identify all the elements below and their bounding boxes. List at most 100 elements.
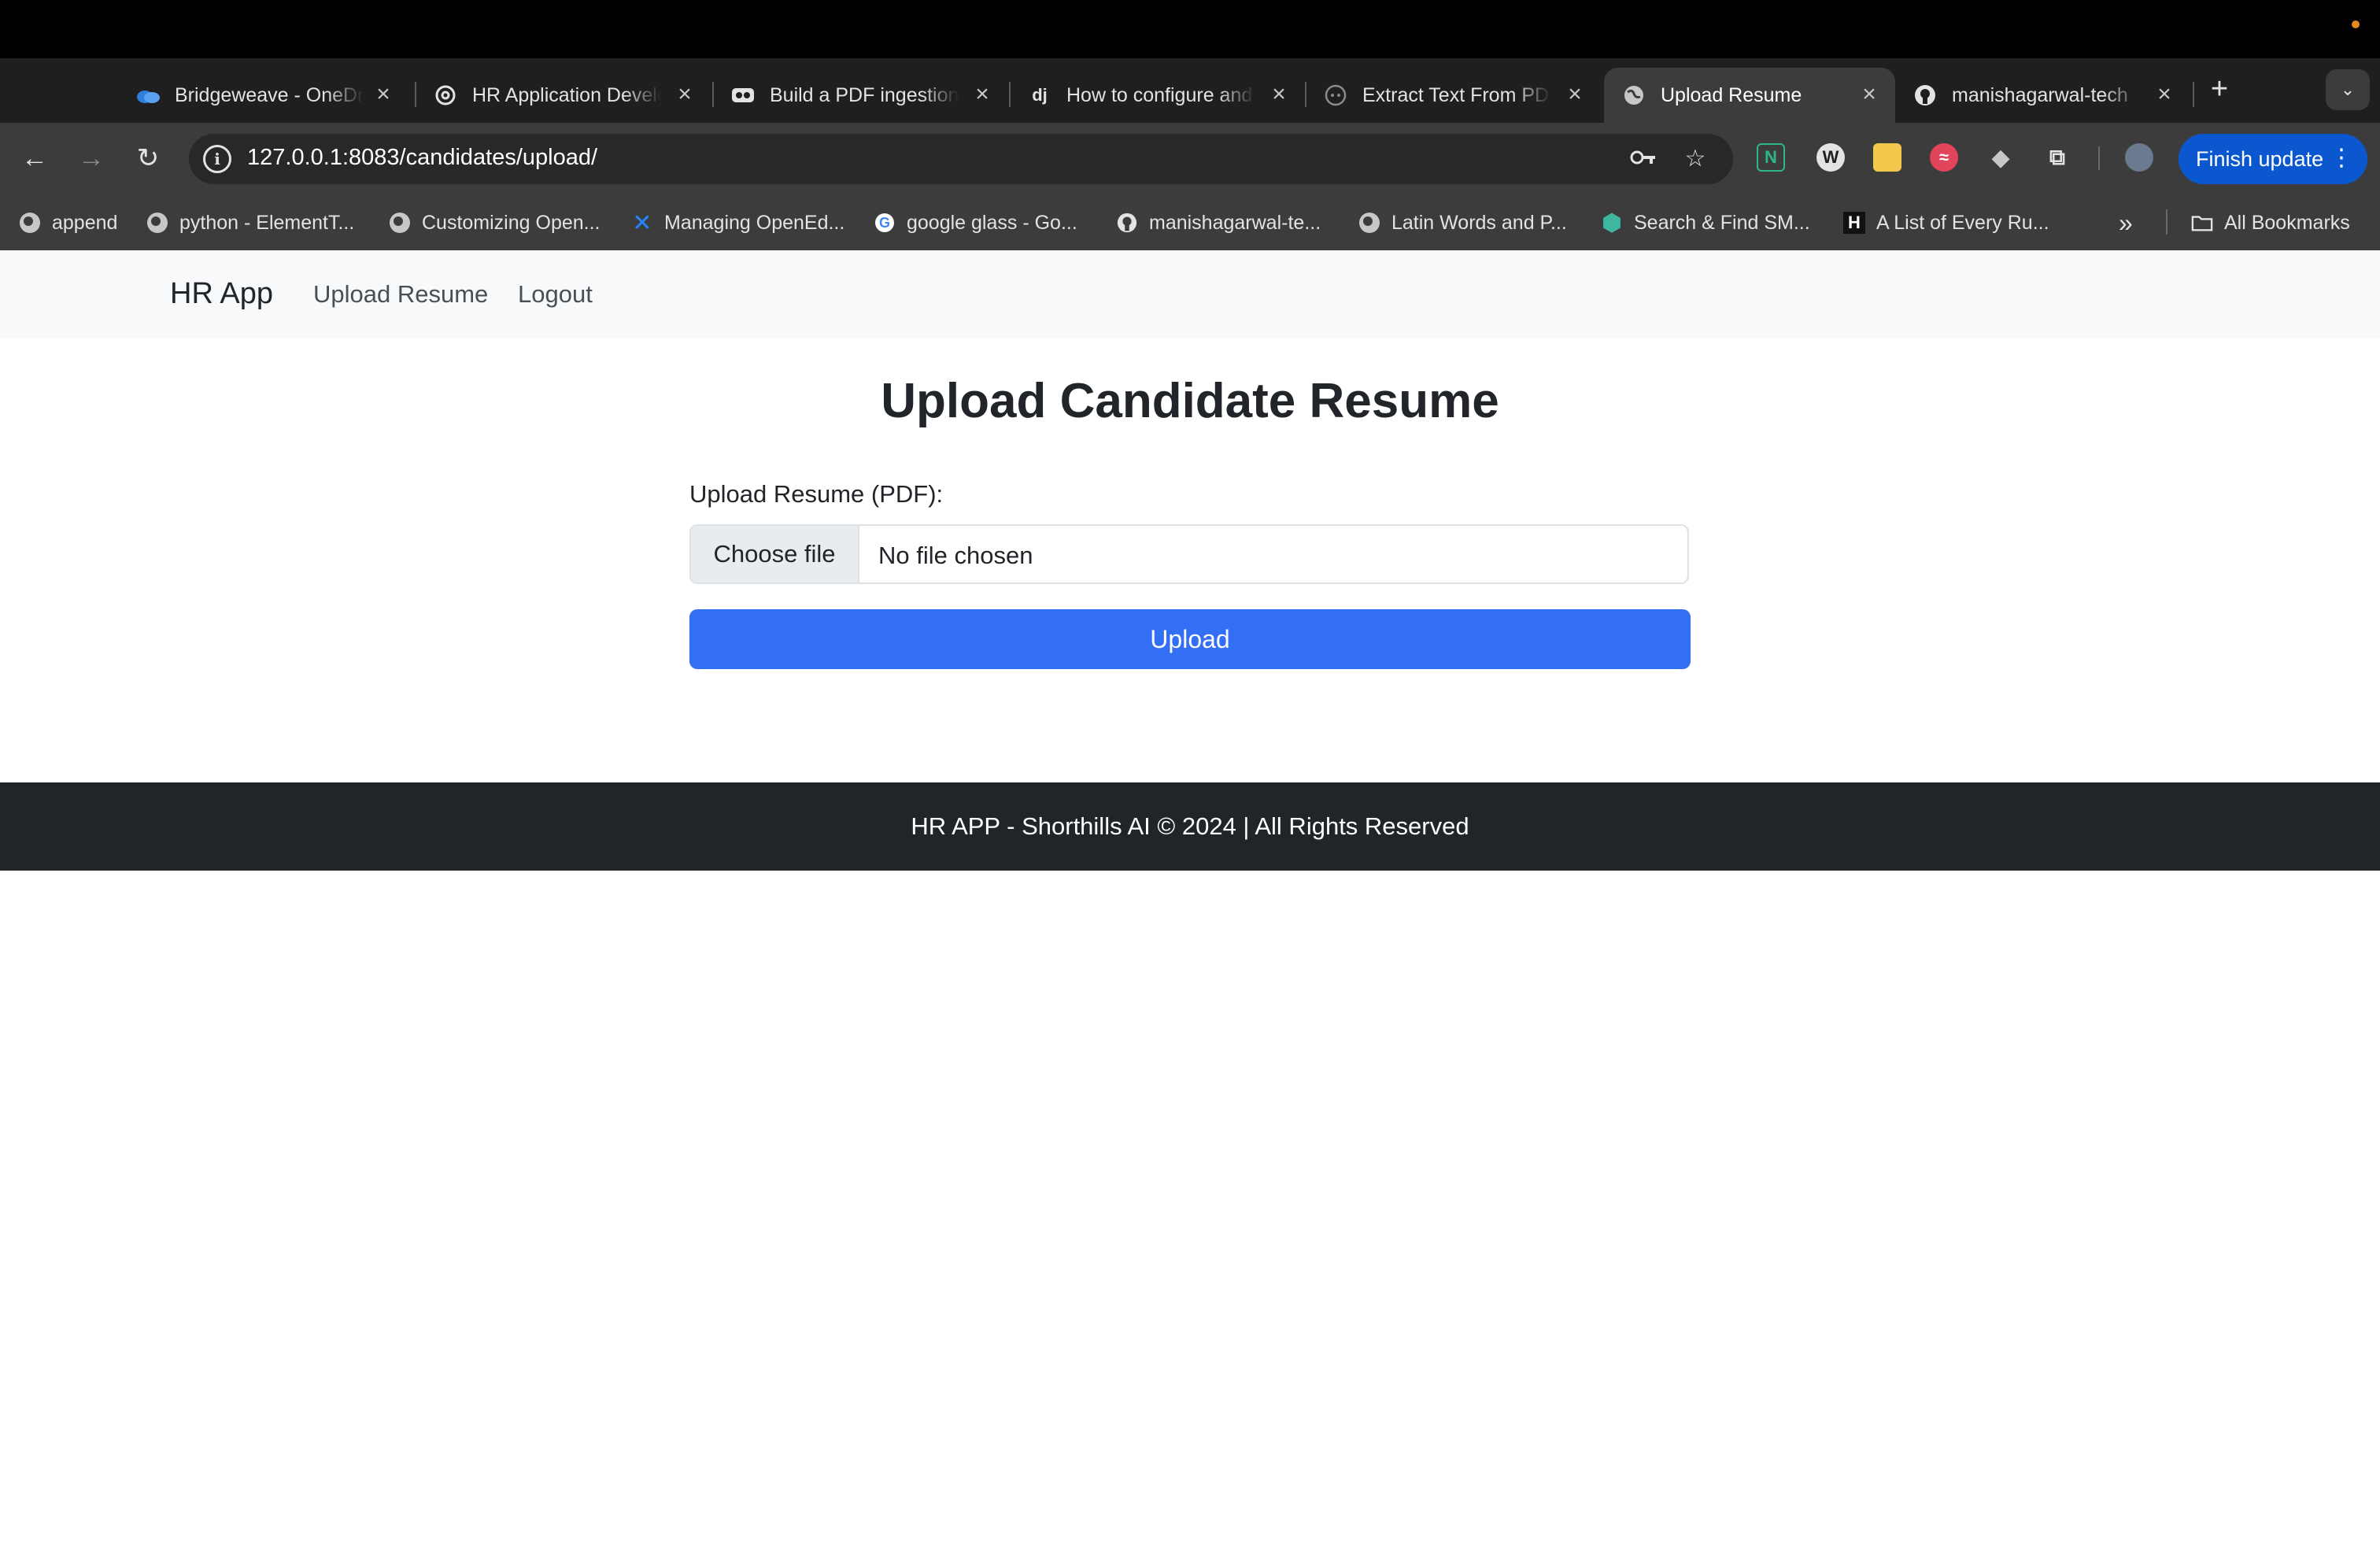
bookmarks-overflow-button[interactable]: » (2119, 206, 2133, 239)
google-icon: G (874, 212, 896, 234)
globe-icon (389, 212, 411, 234)
reload-button[interactable]: ↻ (129, 140, 167, 178)
globe-icon (146, 212, 168, 234)
globe-icon (1621, 83, 1646, 108)
resume-file-input[interactable]: Choose file No file chosen (689, 524, 1689, 584)
resume-field-label: Upload Resume (PDF): (689, 480, 944, 508)
nav-link-logout[interactable]: Logout (518, 280, 593, 309)
bookmark-label: Search & Find SM... (1634, 211, 1810, 234)
close-tab-icon[interactable]: × (673, 83, 697, 107)
close-tab-icon[interactable]: × (2153, 83, 2176, 107)
profile-avatar[interactable] (2125, 143, 2153, 172)
site-navbar: HR App Upload Resume Logout (0, 250, 2380, 338)
tab-title: Bridgeweave - OneDrive (175, 83, 364, 106)
site-footer: HR APP - Shorthills AI © 2024 | All Righ… (0, 782, 2380, 871)
bookmark-item[interactable]: manishagarwal-te... (1116, 206, 1321, 239)
close-tab-icon[interactable]: × (1857, 83, 1881, 107)
openai-icon (433, 83, 458, 108)
footer-text: HR APP - Shorthills AI © 2024 | All Righ… (911, 812, 1469, 840)
notes-extension-icon[interactable] (1873, 143, 1901, 172)
confluence-icon: ✕ (632, 209, 652, 236)
toolbar-divider (2098, 146, 2100, 170)
glasses-icon (730, 83, 756, 108)
github-icon (1913, 83, 1938, 108)
bookmark-label: google glass - Go... (907, 211, 1077, 234)
site-info-icon[interactable]: i (203, 145, 231, 173)
tab-title: Build a PDF ingestion (770, 83, 959, 106)
bookmark-label: A List of Every Ru... (1876, 211, 2049, 234)
notion-extension-icon[interactable]: N (1757, 143, 1785, 172)
tab-github[interactable]: manishagarwal-tech × (1895, 68, 2190, 123)
bookmark-label: python - ElementT... (179, 211, 355, 234)
all-bookmarks-button[interactable]: All Bookmarks (2191, 206, 2350, 239)
all-bookmarks-label: All Bookmarks (2224, 211, 2350, 234)
bookmarks-divider (2166, 209, 2168, 235)
tab-title: HR Application Development (472, 83, 661, 106)
hexagon-icon: ⬢ (1601, 209, 1623, 236)
diamond-extension-icon[interactable]: ◆ (1986, 143, 2015, 172)
django-icon: dj (1032, 85, 1048, 105)
w-extension-icon[interactable]: W (1816, 143, 1845, 172)
bookmarks-bar: append python - ElementT... Customizing … (0, 195, 2380, 250)
key-icon[interactable] (1629, 145, 1658, 173)
recording-indicator-icon (2352, 20, 2360, 28)
bookmark-star-icon[interactable]: ☆ (1681, 145, 1709, 173)
back-button[interactable]: ← (16, 140, 54, 178)
address-bar[interactable]: i 127.0.0.1:8083/candidates/upload/ ☆ (189, 134, 1733, 184)
upload-button[interactable]: Upload (689, 609, 1691, 669)
globe-icon (1323, 83, 1348, 108)
bookmark-item[interactable]: G google glass - Go... (874, 206, 1077, 239)
close-tab-icon[interactable]: × (1563, 83, 1587, 107)
page-title: Upload Candidate Resume (881, 374, 1499, 428)
site-brand[interactable]: HR App (170, 277, 273, 311)
red-extension-icon[interactable]: ≈ (1930, 143, 1958, 172)
bookmark-item[interactable]: H A List of Every Ru... (1843, 206, 2049, 239)
browser-tab-strip: Bridgeweave - OneDrive × HR Application … (0, 58, 2380, 123)
finish-update-label: Finish update (2196, 146, 2324, 171)
bookmark-item[interactable]: Latin Words and P... (1358, 206, 1567, 239)
bookmark-item[interactable]: Customizing Open... (389, 206, 601, 239)
close-tab-icon[interactable]: × (1267, 83, 1291, 107)
new-tab-button[interactable]: + (2204, 74, 2235, 105)
browser-toolbar: ← → ↻ i 127.0.0.1:8083/candidates/upload… (0, 123, 2380, 195)
bookmark-label: manishagarwal-te... (1149, 211, 1321, 234)
tab-title: Upload Resume (1661, 83, 1802, 106)
finish-update-button[interactable]: Finish update ⋮ (2179, 134, 2367, 184)
globe-icon (1358, 212, 1380, 234)
tab-title: How to configure and (1066, 83, 1253, 106)
close-tab-icon[interactable]: × (970, 83, 994, 107)
file-status-text: No file chosen (878, 542, 1033, 569)
tab-hr-application[interactable]: HR Application Development × (416, 68, 711, 123)
onedrive-cloud-icon (135, 83, 161, 108)
bookmark-label: Customizing Open... (422, 211, 601, 234)
github-icon (1116, 212, 1138, 234)
nav-link-upload-resume[interactable]: Upload Resume (313, 280, 488, 309)
tab-upload-resume[interactable]: Upload Resume × (1604, 68, 1895, 123)
bookmark-label: Latin Words and P... (1391, 211, 1567, 234)
bookmark-item[interactable]: append (19, 206, 117, 239)
svg-text:G: G (879, 215, 890, 231)
tab-onedrive[interactable]: Bridgeweave - OneDrive × (118, 68, 409, 123)
tab-title: Extract Text From PDF (1362, 83, 1551, 106)
tab-title: manishagarwal-tech (1952, 83, 2128, 106)
h-logo-icon: H (1843, 212, 1865, 234)
os-menu-bar (0, 0, 2380, 58)
bookmark-item[interactable]: python - ElementT... (146, 206, 354, 239)
folder-icon (2191, 212, 2213, 234)
tab-extract-text[interactable]: Extract Text From PDF × (1306, 68, 1601, 123)
choose-file-button[interactable]: Choose file (691, 526, 859, 583)
bookmark-item[interactable]: ⬢ Search & Find SM... (1601, 206, 1810, 239)
bookmark-item[interactable]: ✕ Managing OpenEd... (631, 206, 844, 239)
bookmark-label: append (52, 211, 118, 234)
forward-button[interactable]: → (72, 140, 110, 178)
extensions-puzzle-icon[interactable]: ⧉ (2043, 143, 2071, 172)
bookmark-label: Managing OpenEd... (664, 211, 845, 234)
address-url[interactable]: 127.0.0.1:8083/candidates/upload/ (247, 145, 597, 171)
close-tab-icon[interactable]: × (371, 83, 395, 107)
tab-pdf-ingestion[interactable]: Build a PDF ingestion × (713, 68, 1008, 123)
more-menu-icon: ⋮ (2330, 145, 2353, 171)
tab-configure[interactable]: dj How to configure and × (1010, 68, 1305, 123)
tab-search-button[interactable]: ⌄ (2326, 69, 2370, 110)
globe-icon (19, 212, 41, 234)
tab-divider (2193, 82, 2194, 107)
